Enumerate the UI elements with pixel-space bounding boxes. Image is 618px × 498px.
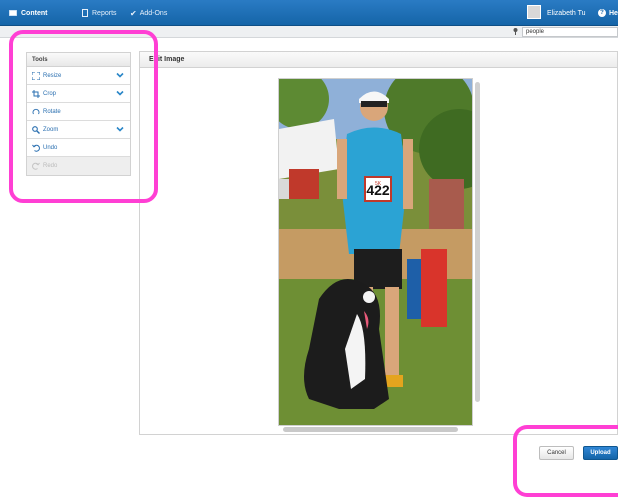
tool-redo[interactable]: Redo	[27, 157, 130, 175]
tool-resize[interactable]: Resize	[27, 67, 130, 85]
search-input[interactable]: people	[522, 27, 618, 37]
reports-icon	[82, 9, 88, 17]
tool-redo-label: Redo	[43, 163, 58, 169]
help-label: He	[609, 9, 618, 17]
vertical-scrollbar[interactable]	[475, 82, 480, 402]
redo-icon	[32, 162, 40, 170]
image-canvas[interactable]: 422 5K	[278, 78, 473, 426]
upload-button[interactable]: Upload	[583, 446, 618, 460]
nav-content-tab[interactable]: Content	[9, 0, 47, 26]
chevron-down-icon[interactable]	[116, 125, 124, 133]
tool-undo-label: Undo	[43, 144, 58, 151]
edited-photo[interactable]: 422 5K	[279, 79, 472, 425]
zoom-icon	[32, 125, 40, 134]
pin-icon	[513, 28, 518, 35]
tools-title: Tools	[27, 53, 130, 67]
avatar[interactable]	[527, 5, 541, 19]
tool-zoom[interactable]: Zoom	[27, 121, 130, 139]
nav-reports-label: Reports	[92, 9, 117, 17]
tool-rotate-label: Rotate	[43, 108, 61, 115]
help-icon: ?	[598, 9, 606, 17]
nav-addons-tab[interactable]: ✔ Add-Ons	[130, 0, 167, 26]
horizontal-scrollbar[interactable]	[283, 427, 458, 432]
edit-image-panel: Edit Image 422 5K	[139, 51, 618, 435]
nav-reports-tab[interactable]: Reports	[82, 0, 117, 26]
nav-content-label: Content	[21, 9, 48, 17]
tool-zoom-label: Zoom	[43, 126, 59, 133]
check-icon: ✔	[130, 8, 137, 18]
cancel-button[interactable]: Cancel	[539, 446, 574, 460]
chevron-down-icon[interactable]	[116, 89, 124, 97]
tool-undo[interactable]: Undo	[27, 139, 130, 157]
rotate-icon	[32, 108, 40, 114]
tool-resize-label: Resize	[43, 72, 62, 79]
nav-addons-label: Add-Ons	[139, 9, 168, 17]
undo-icon	[32, 144, 40, 152]
edit-image-title: Edit Image	[140, 52, 617, 68]
highlight-buttons	[513, 425, 618, 497]
bib-prefix: 5K	[375, 181, 382, 187]
tools-panel: Tools Resize Crop Rotate Zoom Undo Redo	[26, 52, 131, 176]
user-name[interactable]: Elizabeth Tu	[547, 0, 586, 26]
search-strip: people	[0, 26, 618, 38]
help-link[interactable]: ? He	[598, 0, 618, 26]
top-nav-bar: Content Reports ✔ Add-Ons Elizabeth Tu ?…	[0, 0, 618, 26]
resize-icon	[32, 71, 40, 80]
content-icon	[9, 10, 17, 16]
tool-rotate[interactable]: Rotate	[27, 103, 130, 121]
tool-crop-label: Crop	[43, 90, 57, 97]
chevron-down-icon[interactable]	[116, 71, 124, 79]
crop-icon	[32, 89, 40, 98]
tool-crop[interactable]: Crop	[27, 85, 130, 103]
